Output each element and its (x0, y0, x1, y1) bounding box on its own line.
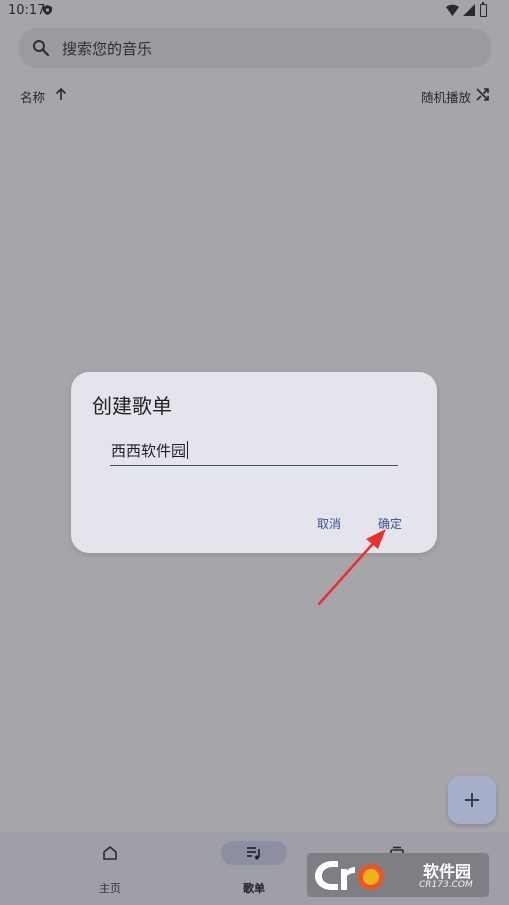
add-playlist-button[interactable] (448, 776, 496, 824)
status-time: 10:17 (8, 3, 46, 18)
arrow-up-icon[interactable] (54, 87, 68, 101)
search-icon (33, 40, 50, 57)
text-caret (187, 441, 189, 459)
shield-icon (43, 5, 52, 15)
status-bar: 10:17 (0, 0, 509, 22)
playlist-icon (247, 847, 260, 860)
wifi-icon (446, 4, 459, 16)
nav-item-playlists[interactable]: 歌单 (194, 832, 314, 905)
search-bar[interactable]: 搜索您的音乐 (18, 28, 492, 68)
watermark-domain: CR173.COM (419, 880, 473, 890)
search-placeholder: 搜索您的音乐 (62, 40, 153, 58)
nav-item-home[interactable]: 主页 (50, 832, 170, 905)
battery-icon (480, 2, 487, 17)
plus-icon (465, 793, 479, 807)
sort-by-name-button[interactable]: 名称 (20, 87, 45, 106)
dialog-title: 创建歌单 (92, 394, 172, 418)
watermark-brand: 软件园 (423, 862, 472, 881)
playlist-name-value: 西西软件园 (111, 442, 187, 460)
home-icon (103, 846, 117, 860)
shuffle-play-button[interactable]: 随机播放 (421, 87, 471, 106)
watermark: 软件园 CR173.COM (307, 853, 489, 897)
signal-icon (463, 4, 475, 16)
playlist-name-input[interactable]: 西西软件园 (110, 440, 398, 466)
annotation-arrow (317, 529, 386, 606)
shuffle-icon[interactable] (476, 88, 489, 101)
nav-label-home: 主页 (99, 882, 121, 895)
watermark-logo (315, 861, 384, 890)
nav-label-playlists: 歌单 (243, 882, 265, 895)
